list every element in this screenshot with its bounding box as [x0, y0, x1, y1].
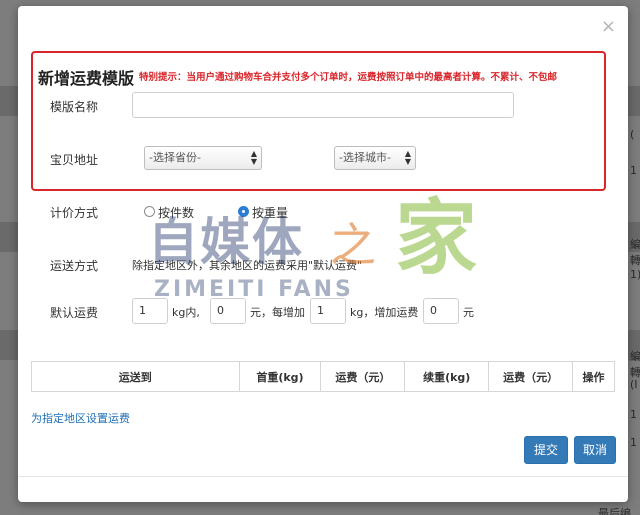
fee-table: 运送到 首重(kg) 运费（元） 续重(kg) 运费（元） 操作: [31, 361, 615, 392]
background-cell: 1: [630, 436, 637, 449]
special-tip: 特别提示：当用户通过购物车合并支付多个订单时，运费按照订单中的最高者计算。不累计…: [139, 72, 558, 83]
template-name-label: 模版名称: [50, 100, 99, 114]
background-cell: (: [630, 128, 635, 141]
watermark-subtext: ZIMEITI FANS: [154, 277, 354, 302]
modal-title: 新增运费模版: [38, 69, 135, 88]
background-cell: 1): [630, 268, 640, 281]
column-first-weight: 首重(kg): [238, 361, 322, 392]
province-select-value: -选择省份-: [149, 151, 201, 164]
watermark-zhi: 之: [330, 218, 376, 272]
province-select[interactable]: -选择省份- ▲ ▼: [144, 146, 262, 170]
first-fee-unit: 元，每增加: [250, 306, 305, 319]
select-arrows-icon: ▲ ▼: [250, 149, 257, 166]
background-cell: 編轉: [630, 350, 640, 379]
column-first-fee: 运费（元）: [320, 361, 406, 392]
add-fee-input[interactable]: 0: [423, 298, 459, 324]
pricing-label: 计价方式: [50, 206, 99, 220]
add-weight-unit: kg，增加运费: [350, 306, 419, 319]
watermark-text: 自媒体: [148, 213, 304, 271]
shipping-template-modal: × 新增运费模版 特别提示：当用户通过购物车合并支付多个订单时，运费按照订单中的…: [18, 6, 628, 502]
background-cell: 最后编辑: [598, 507, 631, 515]
column-destination: 运送到: [31, 361, 240, 392]
column-actions: 操作: [572, 361, 615, 392]
background-cell: 1: [630, 408, 637, 421]
submit-button[interactable]: 提交: [524, 436, 568, 464]
close-icon[interactable]: ×: [601, 18, 616, 36]
footer-divider: [18, 476, 628, 477]
watermark-jia: 家: [395, 191, 478, 286]
set-region-fee-link[interactable]: 为指定地区设置运费: [31, 410, 130, 426]
background-cell: 1: [630, 164, 637, 177]
background-cell: 編轉: [630, 238, 640, 267]
shipping-method-label: 运送方式: [50, 259, 99, 273]
default-fee-label: 默认运费: [50, 306, 99, 320]
city-select[interactable]: -选择城市- ▲ ▼: [334, 146, 416, 170]
column-add-weight: 续重(kg): [404, 361, 490, 392]
address-label: 宝贝地址: [50, 153, 99, 167]
background-cell: (I: [630, 378, 638, 391]
template-name-input[interactable]: [132, 92, 514, 118]
select-arrows-icon: ▲ ▼: [404, 149, 411, 166]
city-select-value: -选择城市-: [339, 151, 391, 164]
first-weight-unit: kg内,: [172, 306, 200, 319]
fee-table-header: 运送到 首重(kg) 运费（元） 续重(kg) 运费（元） 操作: [31, 361, 615, 392]
column-add-fee: 运费（元）: [488, 361, 574, 392]
cancel-button[interactable]: 取消: [574, 436, 616, 464]
add-fee-unit: 元: [463, 306, 474, 319]
